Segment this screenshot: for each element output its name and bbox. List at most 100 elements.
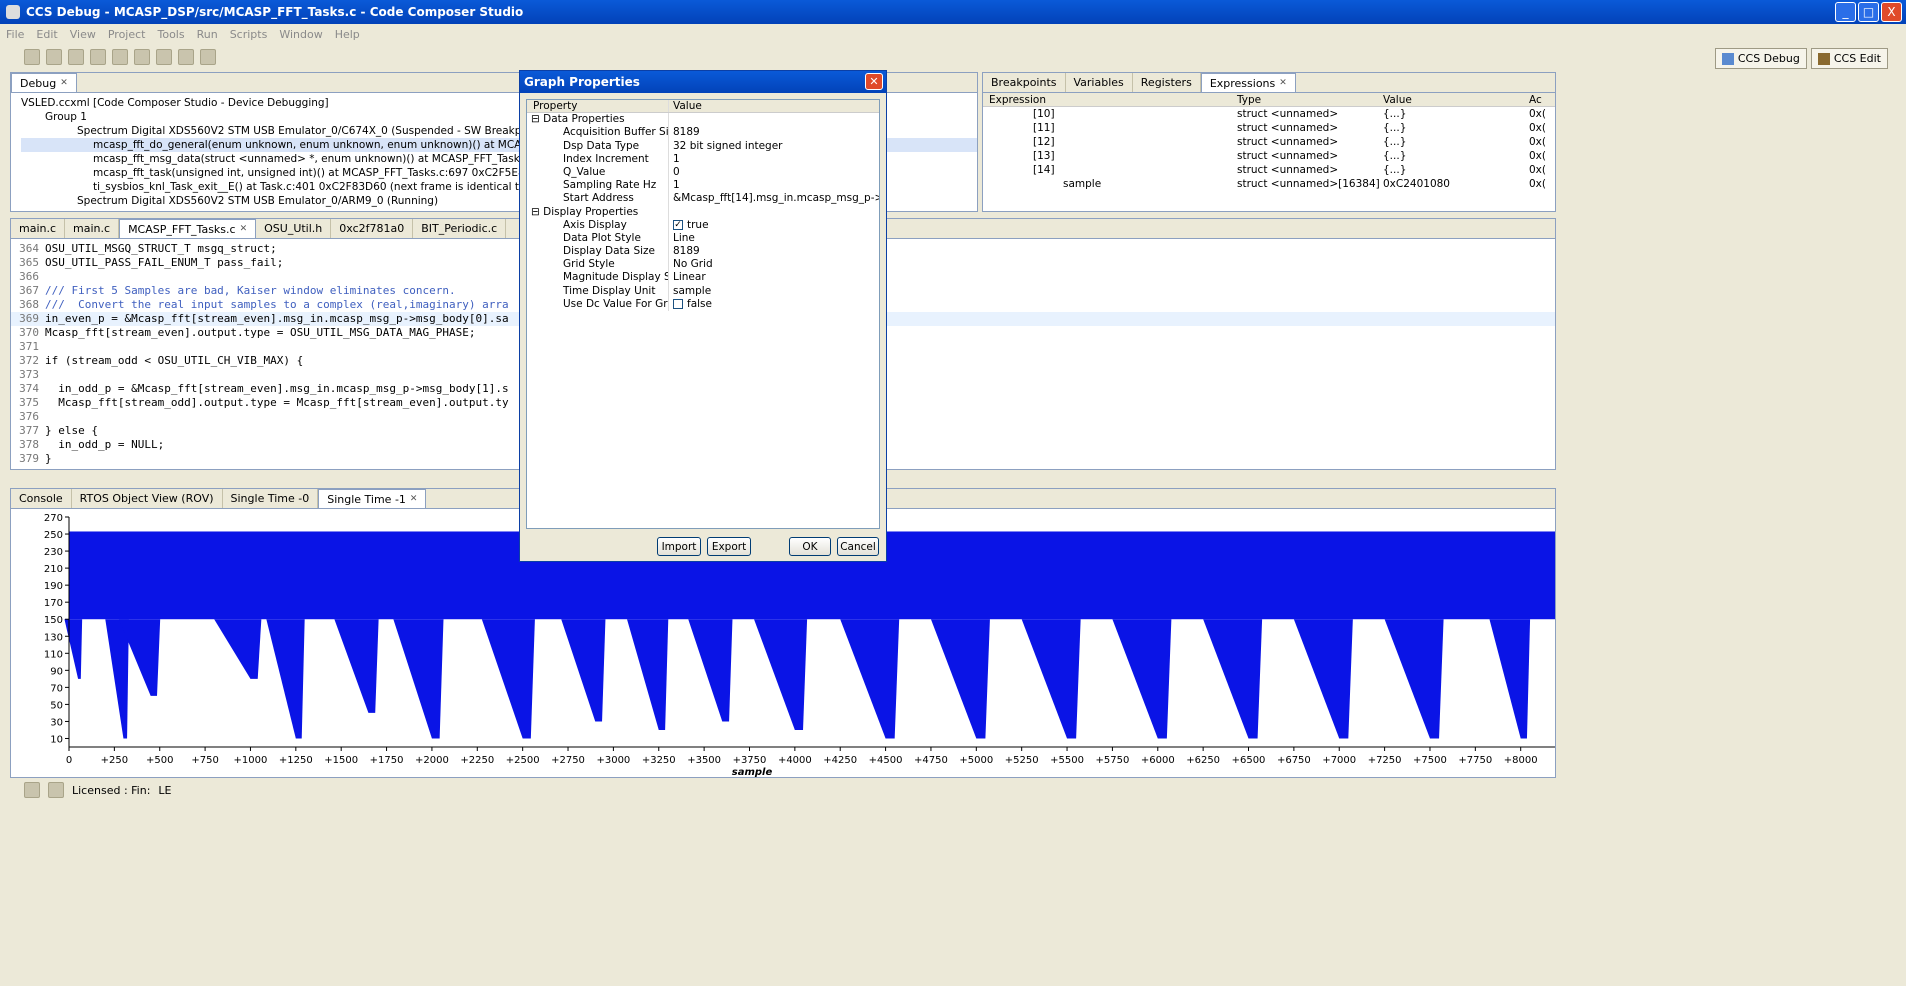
export-button[interactable]: Export xyxy=(707,537,751,556)
table-row[interactable]: [14] struct <unnamed> {...} 0x( xyxy=(983,163,1555,177)
signal-dip xyxy=(481,619,535,739)
expressions-header: Expression Type Value Ac xyxy=(983,93,1555,107)
ok-button[interactable]: OK xyxy=(789,537,831,556)
code-line: OSU_UTIL_MSGQ_STRUCT_T msgq_struct; xyxy=(45,242,277,255)
property-row[interactable]: Dsp Data Type 32 bit signed integer xyxy=(527,139,879,153)
x-tick-label: +2250 xyxy=(460,755,494,766)
code-line: in_odd_p = &Mcasp_fft[stream_even].msg_i… xyxy=(45,382,509,395)
signal-dip xyxy=(754,619,808,730)
code-line: if (stream_odd < OSU_UTIL_CH_VIB_MAX) { xyxy=(45,354,304,367)
table-row[interactable]: [10] struct <unnamed> {...} 0x( xyxy=(983,107,1555,121)
signal-dip xyxy=(1384,619,1444,739)
tab-disassembly[interactable]: 0xc2f781a0 xyxy=(331,219,414,238)
save-icon[interactable] xyxy=(46,49,62,65)
menu-window[interactable]: Window xyxy=(279,28,322,41)
menu-run[interactable]: Run xyxy=(197,28,218,41)
y-tick-label: 110 xyxy=(44,649,63,660)
property-row[interactable]: Axis Display ✓ true xyxy=(527,218,879,232)
tab-expressions[interactable]: Expressions ✕ xyxy=(1200,73,1296,92)
menu-bar: File Edit View Project Tools Run Scripts… xyxy=(0,24,1906,44)
close-icon[interactable]: ✕ xyxy=(1279,78,1287,88)
tab-variables[interactable]: Variables xyxy=(1066,73,1133,92)
property-row[interactable]: Acquisition Buffer Size 8189 xyxy=(527,126,879,140)
table-row[interactable]: sample struct <unnamed>[16384] 0xC2401080 0… xyxy=(983,177,1555,191)
ccs-debug-perspective[interactable]: CCS Debug xyxy=(1714,48,1807,69)
tab-debug[interactable]: Debug ✕ xyxy=(11,73,77,92)
tab-mcasp-fft-tasks[interactable]: MCASP_FFT_Tasks.c ✕ xyxy=(119,219,257,238)
x-tick-label: +4250 xyxy=(823,755,857,766)
property-row[interactable]: Q_Value 0 xyxy=(527,165,879,180)
import-button[interactable]: Import xyxy=(657,537,701,556)
property-row[interactable]: Start Address &Mcasp_fft[14].msg_in.mcasp… xyxy=(527,192,879,206)
x-tick-label: +8000 xyxy=(1504,755,1538,766)
tab-breakpoints[interactable]: Breakpoints xyxy=(983,73,1066,92)
tab-main-c-2[interactable]: main.c xyxy=(65,219,120,238)
menu-tools[interactable]: Tools xyxy=(157,28,184,41)
collapse-icon[interactable]: ⊟ xyxy=(531,113,543,125)
tab-main-c[interactable]: main.c xyxy=(11,219,66,238)
table-row[interactable]: [11] struct <unnamed> {...} 0x( xyxy=(983,121,1555,135)
dialog-close-button[interactable]: ✕ xyxy=(865,73,883,90)
menu-file[interactable]: File xyxy=(6,28,24,41)
cancel-button[interactable]: Cancel xyxy=(837,537,879,556)
property-row[interactable]: Use Dc Value For Graphfalse xyxy=(527,297,879,311)
table-row[interactable]: [12] struct <unnamed> {...} 0x( xyxy=(983,135,1555,149)
edit-perspective-icon xyxy=(1817,52,1830,65)
menu-scripts[interactable]: Scripts xyxy=(230,28,268,41)
signal-dip xyxy=(393,619,444,739)
y-tick-label: 150 xyxy=(44,615,63,626)
checkbox-checked[interactable]: ✓ xyxy=(673,219,683,230)
signal-dip xyxy=(334,619,379,713)
tab-osu-util-h[interactable]: OSU_Util.h xyxy=(256,219,332,238)
property-row[interactable]: Sampling Rate Hz 1 xyxy=(527,179,879,193)
menu-project[interactable]: Project xyxy=(108,28,146,41)
property-row[interactable]: Data Plot Style Line xyxy=(527,231,879,246)
x-tick-label: +3250 xyxy=(642,755,676,766)
dialog-title: Graph Properties xyxy=(524,75,640,89)
code-line-current: in_even_p = &Mcasp_fft[stream_even].msg_… xyxy=(45,312,509,325)
table-row[interactable]: [13] struct <unnamed> {...} 0x( xyxy=(983,149,1555,163)
endian-status: LE xyxy=(158,783,172,797)
maximize-button[interactable]: □ xyxy=(1858,2,1879,22)
property-row[interactable]: Grid Style No Grid xyxy=(527,258,879,272)
property-row[interactable]: Display Data Size 8189 xyxy=(527,245,879,259)
close-icon[interactable]: ✕ xyxy=(410,494,418,504)
debug-icon[interactable] xyxy=(90,49,106,65)
property-row[interactable]: Time Display Unit sample xyxy=(527,284,879,298)
menu-edit[interactable]: Edit xyxy=(36,28,57,41)
tab-registers[interactable]: Registers xyxy=(1133,73,1201,92)
tab-single-time-1[interactable]: Single Time -1 ✕ xyxy=(318,489,427,508)
close-icon[interactable]: ✕ xyxy=(60,78,68,88)
close-button[interactable]: X xyxy=(1881,2,1902,22)
menu-view[interactable]: View xyxy=(70,28,96,41)
x-tick-label: +5750 xyxy=(1095,755,1129,766)
property-row[interactable]: Magnitude Display ScaleLinear xyxy=(527,271,879,285)
target-icon[interactable] xyxy=(178,49,194,65)
collapse-icon[interactable]: ⊟ xyxy=(531,206,543,218)
tab-rov[interactable]: RTOS Object View (ROV) xyxy=(72,489,223,508)
tab-single-time-0[interactable]: Single Time -0 xyxy=(223,489,319,508)
build-icon[interactable] xyxy=(112,49,128,65)
group-display-properties[interactable]: ⊟ Display Properties xyxy=(527,205,879,219)
new-icon[interactable] xyxy=(24,49,40,65)
x-tick-label: +2500 xyxy=(506,755,540,766)
group-data-properties[interactable]: ⊟ Data Properties xyxy=(527,113,879,127)
status-icon[interactable] xyxy=(24,782,40,798)
x-axis-label: sample xyxy=(732,767,773,777)
tab-console[interactable]: Console xyxy=(11,489,72,508)
close-icon[interactable]: ✕ xyxy=(240,224,248,234)
graph-properties-dialog: Graph Properties ✕ Property Value ⊟ Data… xyxy=(519,70,887,562)
checkbox-unchecked[interactable] xyxy=(673,298,683,309)
load-icon[interactable] xyxy=(134,49,150,65)
expressions-table: Expression Type Value Ac [10] struct <unn… xyxy=(983,93,1555,191)
menu-help[interactable]: Help xyxy=(335,28,360,41)
tools-icon[interactable] xyxy=(200,49,216,65)
ccs-edit-perspective[interactable]: CCS Edit xyxy=(1810,48,1888,69)
x-tick-label: +3750 xyxy=(733,755,767,766)
minimize-button[interactable]: _ xyxy=(1835,2,1856,22)
save-all-icon[interactable] xyxy=(68,49,84,65)
breakpoint-icon[interactable] xyxy=(156,49,172,65)
tab-bit-periodic[interactable]: BIT_Periodic.c xyxy=(413,219,507,238)
property-row[interactable]: Index Increment 1 xyxy=(527,152,879,166)
status-icon-2[interactable] xyxy=(48,782,64,798)
